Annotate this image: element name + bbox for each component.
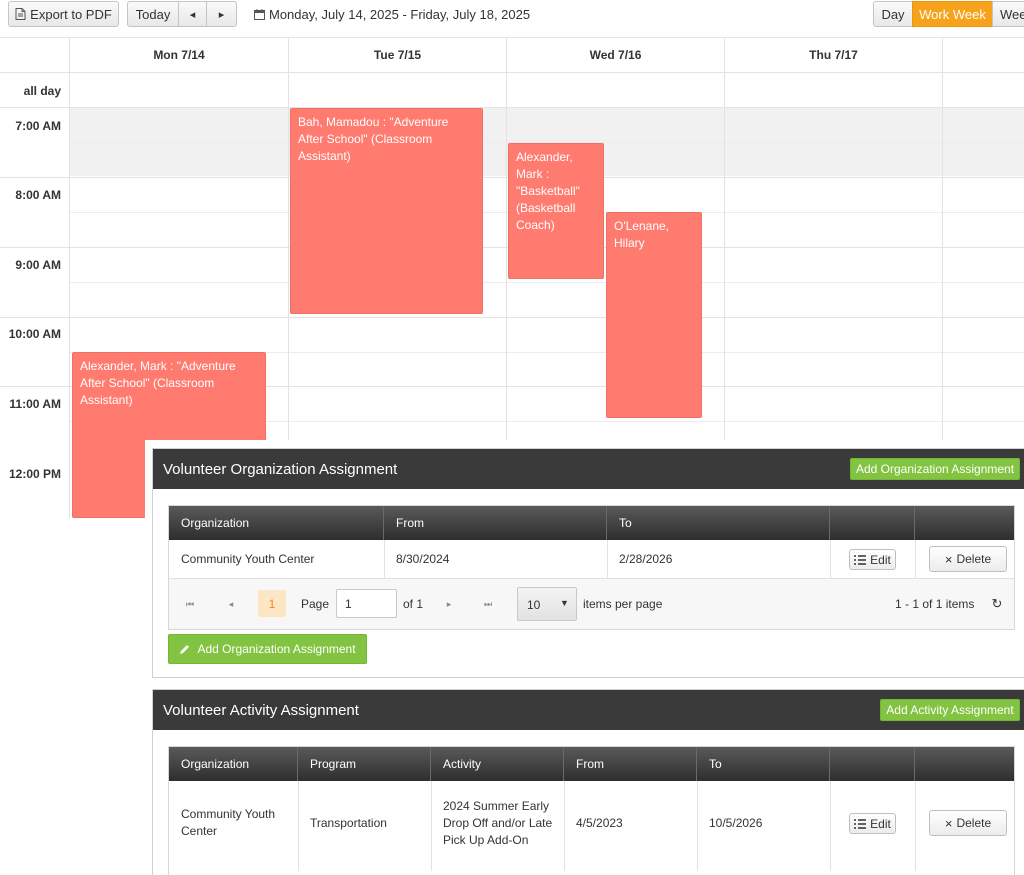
- org-grid-header: Organization From To: [169, 506, 1014, 540]
- org-assignment-panel: Volunteer Organization Assignment Add Or…: [152, 448, 1024, 678]
- org-cell-organization: Community Youth Center: [181, 551, 315, 566]
- org-grid: Organization From To Community Youth Cen…: [168, 505, 1015, 630]
- activity-cell-activity: 2024 Summer Early Drop Off and/or Late P…: [443, 798, 553, 847]
- view-day-label: Day: [881, 6, 905, 22]
- time-label-8am: 8:00 AM: [15, 188, 61, 202]
- view-work-week-label: Work Week: [919, 6, 986, 22]
- activity-assignment-panel: Volunteer Activity Assignment Add Activi…: [152, 689, 1024, 875]
- activity-col-to[interactable]: To: [697, 747, 830, 781]
- activity-header-add-label: Add Activity Assignment: [886, 703, 1014, 717]
- activity-edit-label: Edit: [870, 816, 891, 831]
- activity-cell-program: Transportation: [310, 815, 387, 830]
- chevron-down-icon: ▼: [560, 598, 569, 608]
- day-header-tue: Tue 7/15: [373, 48, 422, 62]
- prev-arrow-icon: ◂: [189, 8, 196, 21]
- activity-col-delete: [915, 747, 1016, 781]
- view-day-button[interactable]: Day: [873, 1, 913, 27]
- day-header-thu: Thu 7/17: [809, 48, 858, 62]
- list-icon: [854, 554, 867, 565]
- org-footer-add-label: Add Organization Assignment: [197, 642, 356, 656]
- org-panel-title: Volunteer Organization Assignment: [163, 460, 398, 478]
- page-input[interactable]: 1: [336, 589, 397, 618]
- calendar-toolbar: Export to PDF Today ◂ ▸ Monday, July 14,…: [0, 0, 1024, 38]
- org-footer-add-button[interactable]: Add Organization Assignment: [168, 634, 367, 664]
- first-page-icon[interactable]: ⏮: [182, 596, 198, 612]
- view-work-week-button[interactable]: Work Week: [912, 1, 993, 27]
- org-header-add-label: Add Organization Assignment: [855, 462, 1015, 476]
- view-week-button[interactable]: Week: [992, 1, 1024, 27]
- org-delete-label: Delete: [956, 552, 992, 566]
- activity-cell-to: 10/5/2026: [709, 815, 763, 830]
- activity-delete-label: Delete: [956, 816, 992, 830]
- org-edit-button[interactable]: Edit: [849, 549, 896, 570]
- date-range-text: Monday, July 14, 2025 - Friday, July 18,…: [269, 7, 531, 22]
- activity-col-program[interactable]: Program: [298, 747, 431, 781]
- page-size-select[interactable]: 10 ▼: [517, 587, 577, 621]
- time-label-9am: 9:00 AM: [15, 258, 61, 272]
- org-col-organization[interactable]: Organization: [169, 506, 384, 540]
- all-day-label: all day: [23, 84, 61, 98]
- time-label-10am: 10:00 AM: [8, 327, 61, 341]
- day-header-wed: Wed 7/16: [589, 48, 642, 62]
- time-label-11am: 11:00 AM: [9, 397, 61, 411]
- refresh-icon[interactable]: ↻: [989, 596, 1005, 612]
- activity-col-from[interactable]: From: [564, 747, 697, 781]
- next-page-icon[interactable]: ▸: [441, 596, 457, 612]
- activity-cell-from: 4/5/2023: [576, 815, 623, 830]
- pdf-icon: [15, 8, 26, 20]
- time-label-7am: 7:00 AM: [15, 119, 61, 133]
- org-col-from[interactable]: From: [384, 506, 607, 540]
- org-cell-to: 2/28/2026: [619, 551, 673, 566]
- activity-col-edit: [830, 747, 915, 781]
- close-icon: ×: [944, 551, 953, 567]
- activity-header-add-button[interactable]: Add Activity Assignment: [880, 699, 1020, 721]
- page-input-value: 1: [345, 597, 352, 611]
- today-label: Today: [135, 6, 171, 22]
- today-button[interactable]: Today: [127, 1, 179, 27]
- calendar-icon: [254, 9, 265, 20]
- export-pdf-button[interactable]: Export to PDF: [8, 1, 119, 27]
- activity-col-organization[interactable]: Organization: [169, 747, 298, 781]
- time-label-12pm: 12:00 PM: [8, 467, 61, 481]
- event-bah-mamadou[interactable]: Bah, Mamadou : "Adventure After School" …: [290, 108, 483, 314]
- page-label: Page: [301, 597, 330, 611]
- org-col-delete: [915, 506, 1016, 540]
- activity-grid-header: Organization Program Activity From To: [169, 747, 1014, 781]
- activity-delete-button[interactable]: × Delete: [929, 810, 1007, 836]
- day-header-mon: Mon 7/14: [153, 48, 205, 62]
- activity-col-activity[interactable]: Activity: [431, 747, 564, 781]
- activity-panel-title: Volunteer Activity Assignment: [163, 701, 359, 719]
- items-per-page-label: items per page: [583, 597, 663, 611]
- org-pager: ⏮ ◂ 1 Page 1 of 1 ▸ ⏭ 10 ▼ items per pag…: [169, 578, 1014, 629]
- pager-summary: 1 - 1 of 1 items: [895, 597, 975, 611]
- org-col-edit: [830, 506, 915, 540]
- export-pdf-label: Export to PDF: [30, 6, 112, 22]
- current-page-button[interactable]: 1: [258, 590, 286, 617]
- last-page-icon[interactable]: ⏭: [480, 596, 496, 612]
- page-size-value: 10: [527, 598, 541, 612]
- org-delete-button[interactable]: × Delete: [929, 546, 1007, 572]
- next-arrow-icon: ▸: [218, 8, 225, 21]
- prev-page-icon[interactable]: ◂: [223, 596, 239, 612]
- event-olenane-hilary[interactable]: O'Lenane, Hilary: [606, 212, 702, 418]
- close-icon: ×: [944, 815, 953, 831]
- view-week-label: Week: [1000, 6, 1024, 22]
- page-of-label: of 1: [403, 597, 424, 611]
- activity-cell-organization: Community Youth Center: [181, 807, 276, 838]
- pencil-icon: [180, 645, 190, 654]
- org-col-to[interactable]: To: [607, 506, 830, 540]
- prev-button[interactable]: ◂: [178, 1, 207, 27]
- event-alexander-basketball[interactable]: Alexander, Mark : "Basketball" (Basketba…: [508, 143, 604, 279]
- activity-grid: Organization Program Activity From To Co…: [168, 746, 1015, 875]
- activity-edit-button[interactable]: Edit: [849, 813, 896, 834]
- next-button[interactable]: ▸: [206, 1, 237, 27]
- date-range-picker[interactable]: Monday, July 14, 2025 - Friday, July 18,…: [254, 7, 530, 22]
- org-header-add-button[interactable]: Add Organization Assignment: [850, 458, 1020, 480]
- list-icon: [854, 818, 867, 829]
- org-cell-from: 8/30/2024: [396, 551, 450, 566]
- org-edit-label: Edit: [870, 552, 891, 567]
